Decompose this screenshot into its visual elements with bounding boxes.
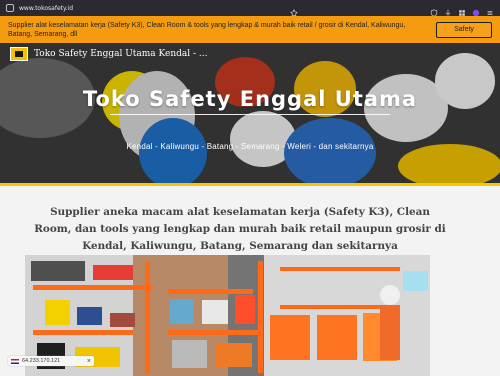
browser-toolbar: www.tokosafety.id [0,0,500,17]
safety-button[interactable]: Safety [436,21,492,38]
ip-address-badge: 64.233.170.121 × [8,356,94,366]
hero-subtitle: Kendal - Kaliwungu - Batang - Semarang -… [126,142,374,151]
banner-text: Supplier alat keselamatan kerja (Safety … [8,21,406,38]
url-text: www.tokosafety.id [19,4,74,12]
menu-icon[interactable] [486,4,494,15]
hero-divider [110,114,390,115]
site-header: Toko Safety Enggal Utama Kendal - ... [0,43,500,65]
bookmark-star-icon[interactable] [290,4,298,17]
hero-section: Toko Safety Enggal Utama Kendal - ... To… [0,43,500,183]
extensions-icon[interactable] [458,4,466,16]
logo-icon[interactable] [10,47,28,61]
download-icon[interactable] [444,4,452,17]
ip-address: 64.233.170.121 [22,358,61,364]
shield-icon[interactable] [430,4,438,17]
address-bar[interactable]: www.tokosafety.id [6,4,290,12]
main-content: Supplier aneka macam alat keselamatan ke… [0,186,500,376]
close-icon[interactable]: × [87,358,91,365]
profile-icon[interactable] [472,4,480,17]
site-info-icon[interactable] [6,4,14,12]
us-flag-icon [11,358,19,364]
site-name[interactable]: Toko Safety Enggal Utama Kendal - ... [34,49,207,59]
intro-text: Supplier aneka macam alat keselamatan ke… [34,206,446,252]
promo-banner: Supplier alat keselamatan kerja (Safety … [0,16,500,43]
hero-title: Toko Safety Enggal Utama [82,87,418,111]
